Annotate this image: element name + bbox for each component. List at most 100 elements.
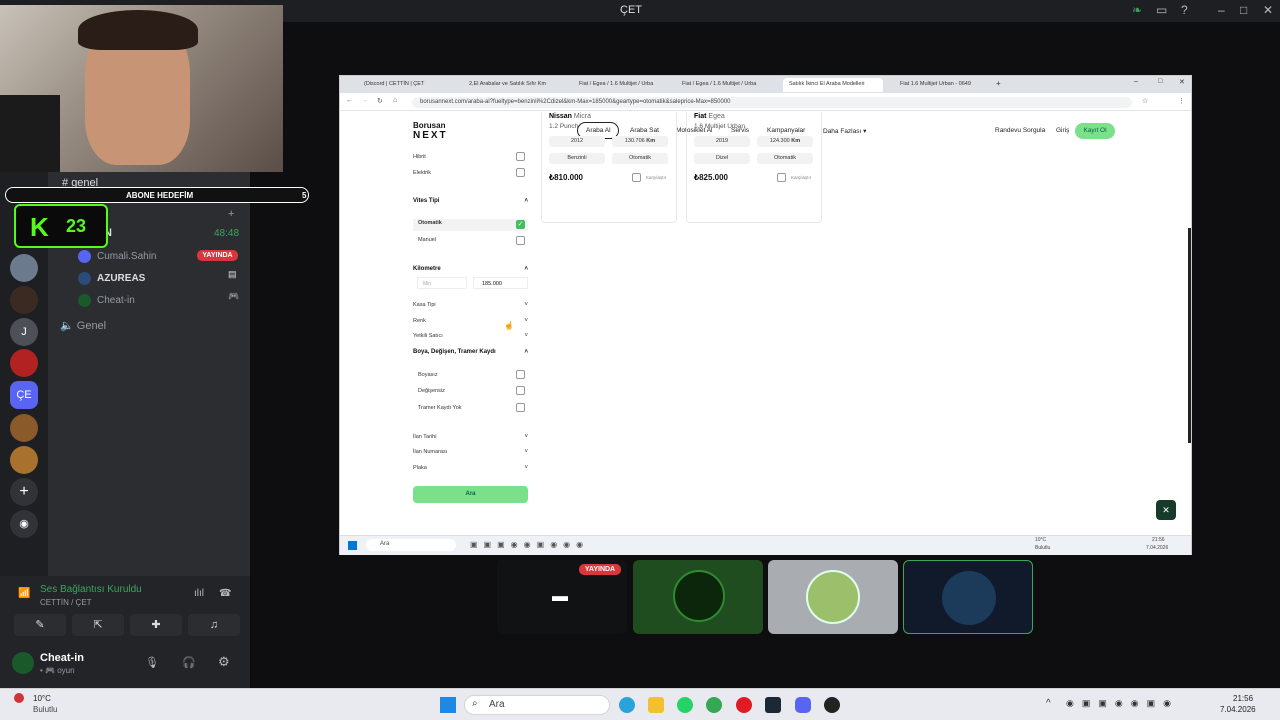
settings-gear-icon[interactable]: ⚙ — [218, 654, 230, 670]
browser-tab[interactable]: 2,El Arabalar ve Satılık Sıfır Km — [463, 78, 565, 92]
server-j[interactable]: J — [10, 318, 38, 346]
km-max-input[interactable]: 185.000 — [473, 277, 528, 289]
help-icon[interactable]: ? — [1181, 3, 1188, 17]
user-avatar[interactable] — [12, 652, 34, 674]
compare-checkbox[interactable] — [777, 173, 786, 182]
voice-channel[interactable]: 🔈 Genel — [60, 319, 106, 332]
taskbar-search[interactable]: Ara — [464, 695, 610, 715]
randevu-link[interactable]: Randevu Sorgula — [995, 127, 1045, 134]
minimize-icon[interactable]: – — [1218, 3, 1225, 17]
car-card[interactable]: Nissan Micra 1.2 Punch 2012 130.706 Km B… — [541, 112, 677, 223]
clock-time[interactable]: 21:56 — [1233, 694, 1253, 703]
km-min-input[interactable]: Min — [417, 277, 467, 289]
reload-icon[interactable]: ↻ — [377, 97, 383, 105]
boyasiz-checkbox[interactable] — [516, 370, 525, 379]
hibrit-checkbox[interactable] — [516, 152, 525, 161]
windows-start-button[interactable] — [440, 697, 456, 713]
disconnect-icon[interactable]: ☎ — [219, 588, 231, 599]
camera-off-button[interactable]: ✎ — [14, 614, 66, 636]
filter-plaka[interactable]: Plaka ˅ — [413, 465, 528, 471]
filter-yetkili[interactable]: Yetkili Satıcı ˅ — [413, 333, 528, 339]
search-ara-button[interactable]: Ara — [413, 486, 528, 503]
webcam-feed — [0, 5, 283, 172]
app-icon[interactable] — [824, 697, 840, 713]
browser-tab-active[interactable]: Satılık İkinci El Araba Modelleri — [783, 78, 883, 92]
filter-ilan-tarihi[interactable]: İlan Tarihi ˅ — [413, 434, 528, 440]
inbox-icon[interactable]: ▭ — [1156, 3, 1167, 17]
boya-header[interactable]: Boya, Değişen, Tramer Kaydı ˄ — [413, 349, 528, 355]
user-avatar — [806, 570, 860, 624]
discover-icon[interactable]: ◉ — [10, 510, 38, 538]
maximize-icon[interactable]: □ — [1240, 3, 1247, 17]
member-item[interactable]: Cheat-in — [78, 294, 135, 307]
discord-icon[interactable] — [795, 697, 811, 713]
mic-icon[interactable]: 🎙 — [145, 656, 159, 669]
add-channel-icon[interactable]: + — [228, 208, 234, 220]
close-icon[interactable]: ✕ — [1179, 78, 1185, 86]
url-input[interactable]: borusannext.com/araba-al?fueltype=benzin… — [412, 97, 1132, 108]
login-link[interactable]: Giriş — [1056, 127, 1069, 134]
vites-header[interactable]: Vites Tipi ˄ — [413, 198, 528, 204]
site-logo[interactable]: Borusan NEXT — [413, 122, 448, 142]
home-icon[interactable]: ⌂ — [393, 97, 397, 104]
add-server-icon[interactable]: + — [10, 478, 38, 506]
inner-weather: 10°C — [1035, 537, 1047, 543]
inner-app-icons: ▣▣▣◉◉▣◉◉◉ — [470, 540, 590, 549]
car-card[interactable]: Fiat Egea 1.6 Multijet Urban 2019 124.30… — [686, 112, 822, 223]
close-chat-icon[interactable]: ✕ — [1156, 500, 1176, 520]
leaf-icon[interactable]: ❧ — [1132, 3, 1142, 17]
tray-chevron-icon[interactable]: ^ — [1046, 698, 1051, 709]
filter-kasa[interactable]: Kasa Tipi ˅ — [413, 302, 528, 308]
filter-ilan-no[interactable]: İlan Numarası ˅ — [413, 449, 528, 455]
user-tile[interactable] — [768, 560, 898, 634]
sound-bars-icon[interactable]: ılıl — [194, 588, 204, 599]
server-avatar[interactable] — [10, 286, 38, 314]
server-avatar[interactable] — [10, 414, 38, 442]
km-header[interactable]: Kilometre ˄ — [413, 266, 528, 272]
forward-icon[interactable]: → — [361, 97, 368, 104]
server-avatar[interactable] — [10, 349, 38, 377]
headphone-icon[interactable]: 🎧 — [182, 656, 196, 669]
bookmark-star-icon[interactable]: ☆ — [1142, 97, 1148, 105]
user-tile-speaking[interactable] — [903, 560, 1033, 634]
soundboard-button[interactable]: ♫ — [188, 614, 240, 636]
tramer-checkbox[interactable] — [516, 403, 525, 412]
back-icon[interactable]: ← — [346, 97, 353, 104]
kasa-label: Kasa Tipi — [413, 302, 436, 308]
opera-icon[interactable] — [736, 697, 752, 713]
server-avatar[interactable] — [10, 446, 38, 474]
browser-tab[interactable]: (Discord | CETTİN | ÇET — [358, 78, 456, 92]
scrollbar[interactable] — [1188, 228, 1191, 443]
telegram-icon[interactable] — [619, 697, 635, 713]
degisensiz-checkbox[interactable] — [516, 386, 525, 395]
nav-daha-fazlasi[interactable]: Daha Fazlası ▾ — [823, 127, 866, 135]
close-icon[interactable]: ✕ — [1263, 3, 1273, 17]
otomatik-checkbox[interactable]: ✓ — [516, 220, 525, 229]
tray-icons[interactable]: ◉▣▣◉◉▣◉ — [1066, 698, 1179, 709]
chrome-icon[interactable] — [706, 697, 722, 713]
activities-button[interactable]: ✚ — [130, 614, 182, 636]
file-explorer-icon[interactable] — [648, 697, 664, 713]
member-item[interactable]: Cumali.Sahin — [78, 250, 156, 263]
elektrik-checkbox[interactable] — [516, 168, 525, 177]
new-tab-icon[interactable]: + — [996, 79, 1001, 88]
browser-tab[interactable]: Fiat / Egea / 1.6 Multijet / Urba — [573, 78, 673, 92]
browser-tab[interactable]: Fiat 1.6 Multijet Urban - 0649 — [894, 78, 994, 92]
minimize-icon[interactable]: – — [1134, 78, 1138, 85]
signup-button[interactable]: Kayıt Ol — [1075, 123, 1115, 139]
menu-dots-icon[interactable]: ⋮ — [1178, 97, 1185, 105]
option-otomatik[interactable]: Otomatik — [413, 219, 528, 231]
maximize-icon[interactable]: □ — [1158, 78, 1162, 85]
user-tile-cheatin[interactable] — [633, 560, 763, 634]
weather-temp[interactable]: 10°C — [33, 694, 51, 703]
whatsapp-icon[interactable] — [677, 697, 693, 713]
compare-checkbox[interactable] — [632, 173, 641, 182]
manuel-checkbox[interactable] — [516, 236, 525, 245]
steam-icon[interactable] — [765, 697, 781, 713]
member-item[interactable]: AZUREAS — [78, 272, 145, 285]
server-active[interactable]: ÇE — [10, 381, 38, 409]
screen-share-button[interactable]: ⇱ — [72, 614, 124, 636]
screen-share-tile[interactable]: YAYINDA ▬ — [497, 560, 627, 634]
browser-tab[interactable]: Fiat / Egea / 1.6 Multijet / Urba — [676, 78, 776, 92]
server-avatar[interactable] — [10, 254, 38, 282]
